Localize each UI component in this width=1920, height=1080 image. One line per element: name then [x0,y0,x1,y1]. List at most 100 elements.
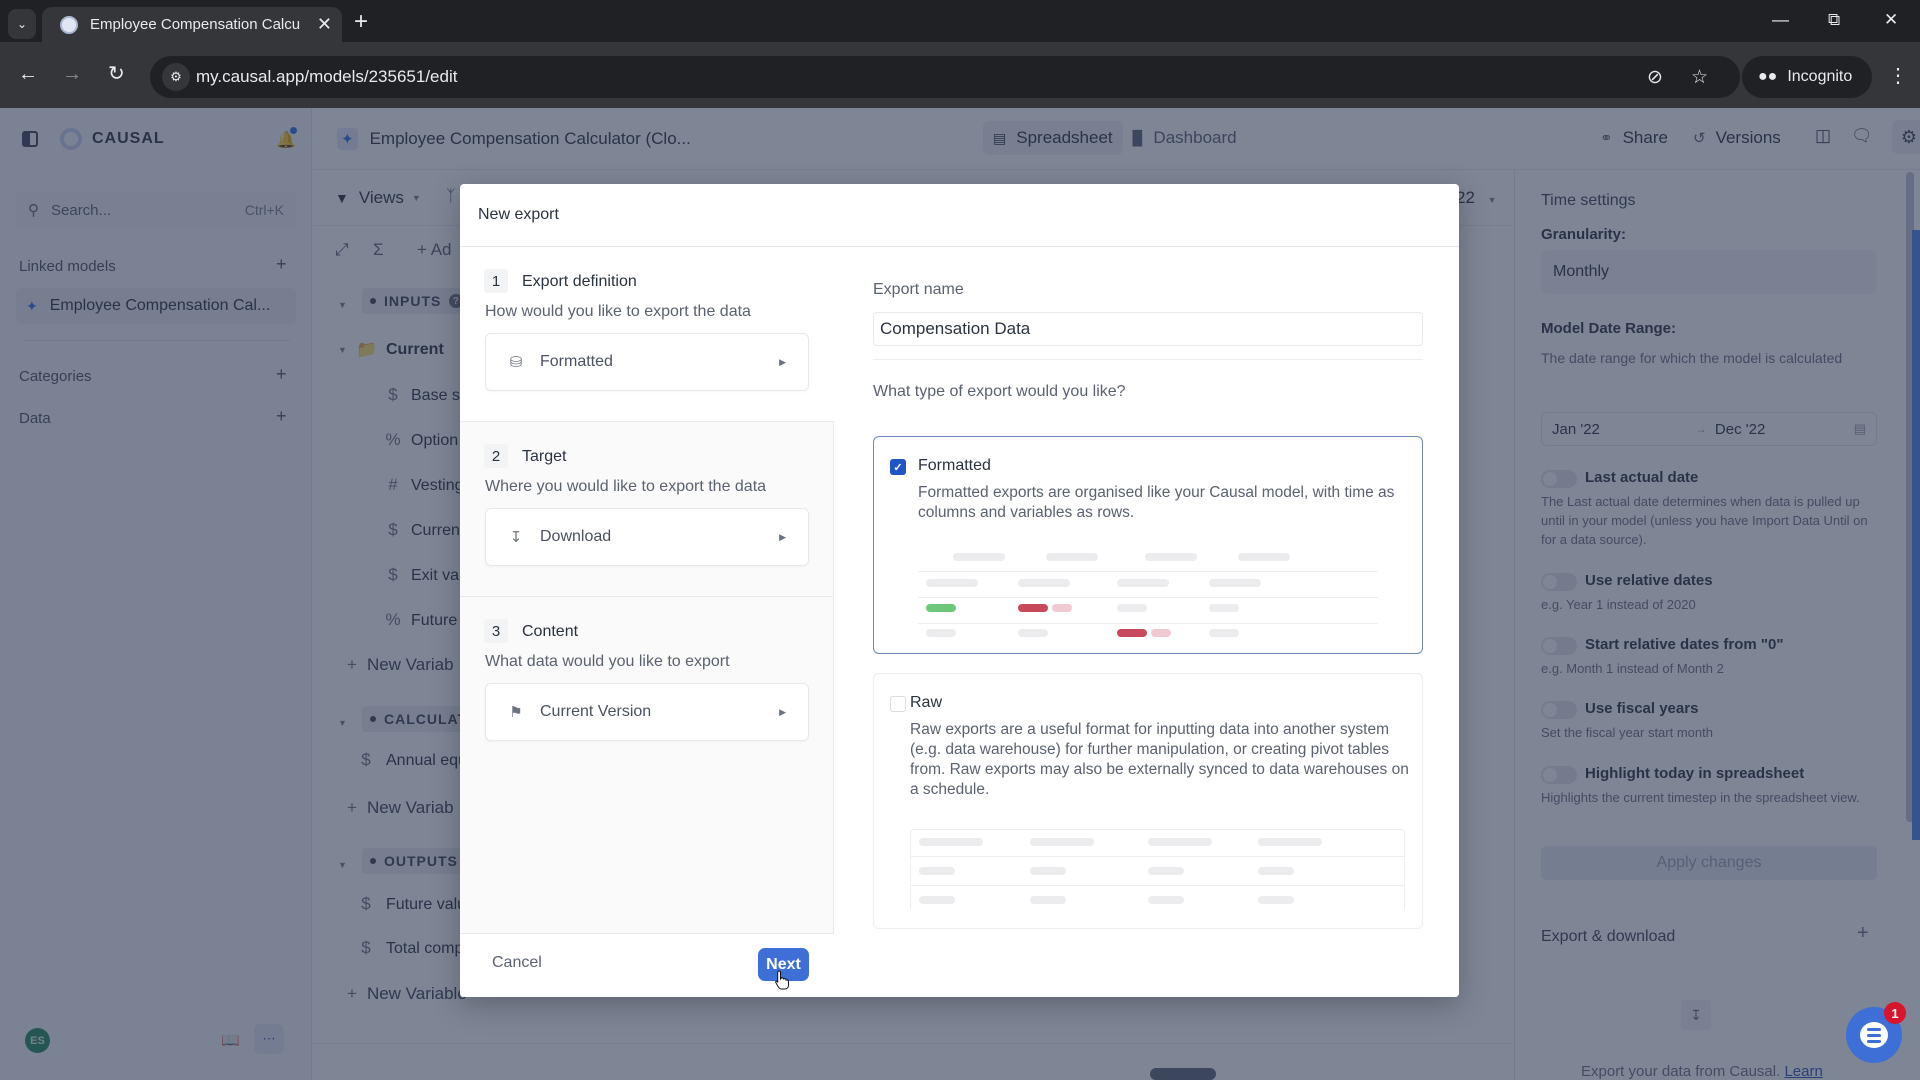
step-value: Formatted [540,353,613,370]
preview-cell-bar [919,867,955,875]
cancel-button[interactable]: Cancel [492,954,542,972]
flag-icon: ⚑ [509,704,523,721]
step-subtitle: How would you like to export the data [485,303,751,320]
preview-cell-bar [1209,604,1239,612]
download-icon: ↧ [509,529,523,546]
chevron-down-icon: ⌄ [16,17,28,31]
back-button[interactable]: ← [18,64,38,84]
tab-favicon-icon [60,15,78,34]
preview-header-bar [1148,838,1212,846]
modal-footer: Cancel Next [460,933,834,997]
restore-button[interactable]: ⧉ [1828,10,1840,30]
preview-header-bar [1046,553,1098,561]
preview-positive-bar [926,604,956,612]
step-subtitle: Where you would like to export the data [485,478,767,495]
url-text[interactable]: my.causal.app/models/235651/edit [196,67,457,87]
option-desc: Raw exports are a useful format for inpu… [910,721,1409,798]
preview-negative-bar [1018,604,1048,612]
modal-title: New export [478,206,559,223]
preview-header-bar [953,553,1005,561]
step-number: 1 [484,269,508,293]
step-target: 2 Target Where you would like to export … [460,422,834,596]
step-export-definition: 1 Export definition How would you like t… [460,247,834,421]
chat-bubble-icon [1860,1022,1888,1048]
address-bar-row: ← → ↻ ⚙ my.causal.app/models/235651/edit… [0,42,1920,108]
bookmark-star-icon[interactable]: ☆ [1691,66,1708,89]
preview-divider [911,885,1404,886]
content-select[interactable]: ⚑ Current Version ▶ [485,683,809,741]
database-icon: ⛁ [509,354,523,371]
reload-button[interactable]: ↻ [108,64,125,84]
chevron-right-icon: ▶ [779,356,786,367]
minimize-button[interactable]: — [1772,10,1789,30]
export-definition-select[interactable]: ⛁ Formatted ▶ [485,333,809,391]
chevron-right-icon: ▶ [779,531,786,542]
tab-search-button[interactable]: ⌄ [8,9,36,39]
new-tab-button[interactable]: + [354,10,368,34]
preview-cell-bar [1209,579,1261,587]
step-title: Content [522,623,579,640]
step-value: Current Version [540,703,652,720]
preview-cell-bar [1018,629,1048,637]
preview-cell-bar [1030,867,1066,875]
modal-header: New export [460,184,1459,247]
preview-divider [911,856,1404,857]
site-info-icon[interactable]: ⚙ [162,63,190,91]
preview-cell-bar [1148,867,1184,875]
form-divider [873,359,1423,360]
preview-cell-bar [1148,896,1184,904]
preview-cell-bar [926,579,978,587]
step-title: Target [522,448,567,465]
preview-header-bar [919,838,983,846]
option-title: Raw [910,694,943,711]
export-name-input[interactable] [873,312,1423,346]
step-content: 3 Content What data would you like to ex… [460,597,834,933]
eye-off-icon[interactable]: ⊘ [1647,66,1663,89]
option-raw[interactable]: Raw Raw exports are a useful format for … [873,673,1423,929]
export-steps: 1 Export definition How would you like t… [460,247,834,997]
option-title: Formatted [918,457,991,474]
forward-button[interactable]: → [62,64,82,84]
preview-negative-light-bar [1052,604,1072,612]
step-number: 2 [484,444,508,468]
preview-divider [918,571,1378,572]
browser-menu-icon[interactable]: ⋮ [1888,66,1908,86]
preview-header-bar [1030,838,1094,846]
hand-cursor-icon [775,970,789,990]
close-window-button[interactable]: ✕ [1884,10,1898,30]
step-value: Download [540,528,612,545]
preview-cell-bar [926,629,956,637]
preview-cell-bar [1018,579,1070,587]
preview-cell-bar [1209,629,1239,637]
step-title: Export definition [522,273,637,290]
export-type-question: What type of export would you like? [873,383,1126,400]
browser-tab[interactable]: Employee Compensation Calcu ✕ [42,7,342,42]
omnibox[interactable]: ⚙ my.causal.app/models/235651/edit ⊘ ☆ [150,56,1740,98]
incognito-indicator[interactable]: ●● Incognito [1742,56,1872,98]
step-number: 3 [484,619,508,643]
incognito-icon: ●● [1758,68,1778,85]
preview-header-bar [1145,553,1197,561]
preview-header-bar [1238,553,1290,561]
raw-checkbox[interactable] [890,696,906,712]
chat-unread-badge: 1 [1884,1002,1906,1024]
step-subtitle: What data would you like to export [485,653,730,670]
preview-divider [918,597,1378,598]
target-select[interactable]: ↧ Download ▶ [485,508,809,566]
option-formatted[interactable]: ✓ Formatted Formatted exports are organi… [873,436,1423,654]
raw-preview [910,829,1405,909]
preview-header-bar [1258,838,1322,846]
chevron-right-icon: ▶ [779,706,786,717]
preview-cell-bar [1117,604,1147,612]
export-form: Export name What type of export would yo… [835,247,1459,997]
preview-cell-bar [1030,896,1066,904]
preview-negative-bar [1117,629,1147,637]
new-export-modal: New export 1 Export definition How would… [460,184,1459,997]
preview-divider [918,623,1378,624]
formatted-checkbox[interactable]: ✓ [890,459,906,475]
checkmark-icon: ✓ [893,461,903,474]
preview-cell-bar [919,896,955,904]
preview-cell-bar [1258,896,1294,904]
close-tab-icon[interactable]: ✕ [317,14,332,35]
preview-cell-bar [1117,579,1169,587]
